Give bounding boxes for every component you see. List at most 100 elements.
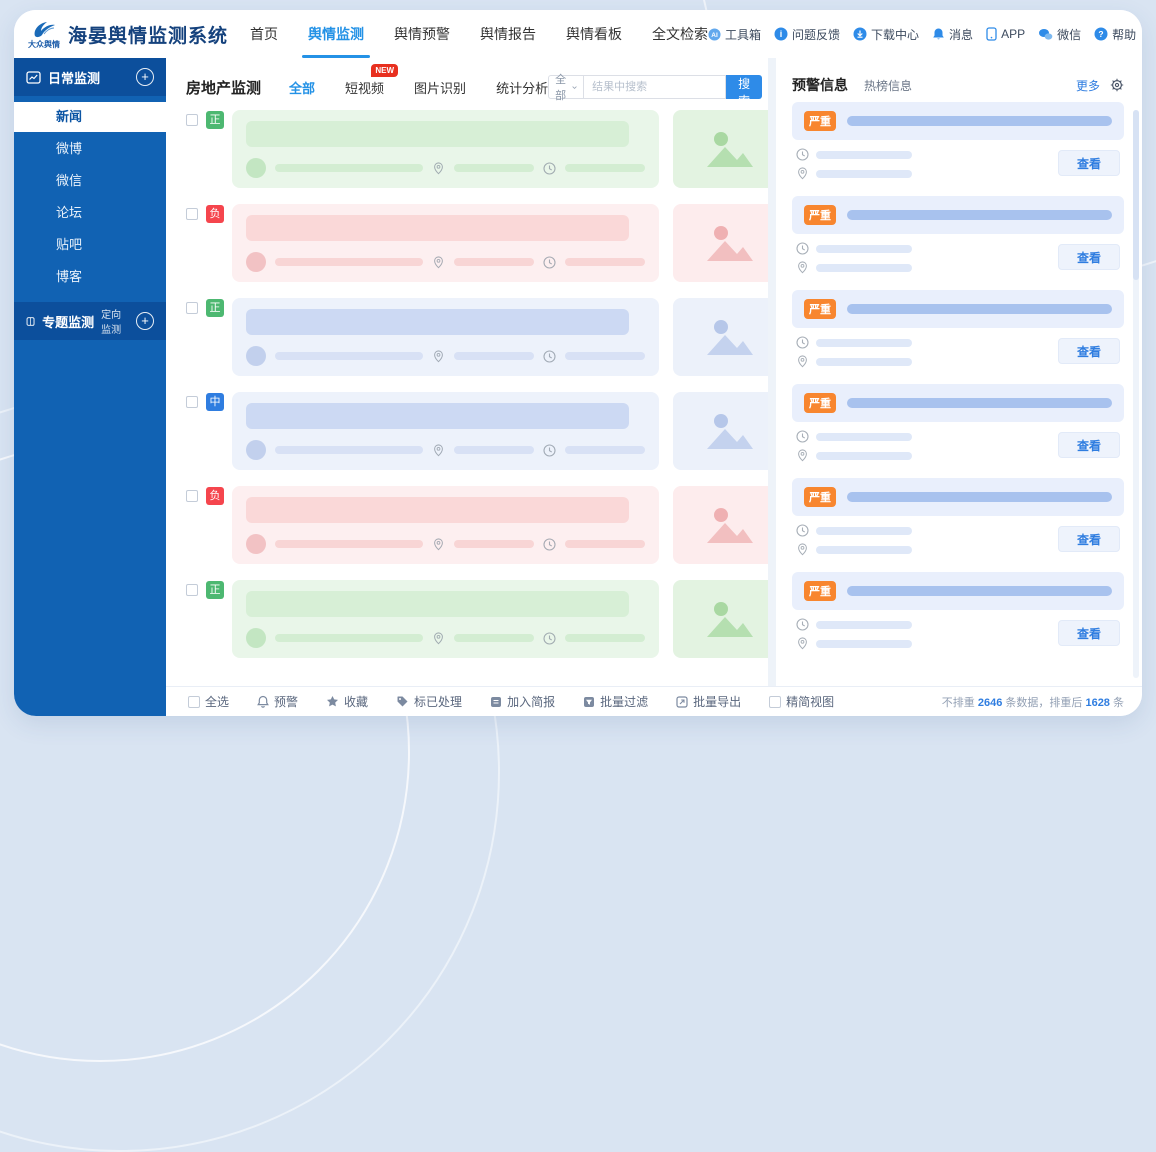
toolbox-label: 工具箱 <box>725 27 762 42</box>
select-chevron-icon <box>572 85 577 89</box>
list-item[interactable]: 正 <box>186 580 768 658</box>
feedback-button[interactable]: i 问题反馈 <box>774 26 840 43</box>
row-checkbox[interactable] <box>186 302 198 314</box>
result-card[interactable] <box>232 204 659 282</box>
severity-badge: 严重 <box>804 111 836 131</box>
add-daily-monitor-button[interactable]: + <box>136 68 154 86</box>
batch-filter-button[interactable]: 批量过滤 <box>583 693 648 710</box>
result-card[interactable] <box>232 110 659 188</box>
tab-short-video[interactable]: 短视频 NEW <box>345 63 399 97</box>
download-center-button[interactable]: 下载中心 <box>853 26 919 43</box>
list-item[interactable]: 正 <box>186 110 768 188</box>
view-button[interactable]: 查看 <box>1058 432 1120 458</box>
sentiment-tag: 正 <box>206 111 224 129</box>
result-card[interactable] <box>232 486 659 564</box>
row-checkbox[interactable] <box>186 208 198 220</box>
result-card[interactable] <box>232 298 659 376</box>
row-checkbox[interactable] <box>186 114 198 126</box>
app-button[interactable]: APP <box>986 27 1025 41</box>
warn-action-button[interactable]: 预警 <box>257 693 298 710</box>
wechat-button[interactable]: 微信 <box>1038 26 1081 43</box>
logo-swirl-icon <box>34 21 55 37</box>
sidebar-group-daily-label: 日常监测 <box>48 70 101 86</box>
mark-processed-button[interactable]: 标已处理 <box>396 693 462 710</box>
view-button[interactable]: 查看 <box>1058 244 1120 270</box>
alert-item[interactable]: 严重 查看 <box>792 478 1124 563</box>
meta-row <box>246 440 645 460</box>
sidebar-item-blog[interactable]: 博客 <box>14 262 166 292</box>
scrollbar-thumb[interactable] <box>1133 110 1139 280</box>
select-all-button[interactable]: 全选 <box>188 693 229 710</box>
list-item[interactable]: 负 <box>186 486 768 564</box>
wechat-icon <box>1039 28 1053 40</box>
sidebar-item-tieba[interactable]: 贴吧 <box>14 230 166 260</box>
location-placeholder <box>454 164 534 172</box>
row-checkbox[interactable] <box>186 490 198 502</box>
alerts-tab-warning[interactable]: 预警信息 <box>792 75 848 95</box>
tab-all[interactable]: 全部 <box>289 78 315 97</box>
alert-item[interactable]: 严重 查看 <box>792 572 1124 657</box>
sentiment-tag: 正 <box>206 581 224 599</box>
result-card[interactable] <box>232 392 659 470</box>
favorite-button[interactable]: 收藏 <box>326 693 368 710</box>
alert-location-placeholder <box>816 639 912 648</box>
row-checkbox[interactable] <box>186 584 198 596</box>
sidebar-item-weibo[interactable]: 微博 <box>14 134 166 164</box>
sentiment-tag: 中 <box>206 393 224 411</box>
view-button[interactable]: 查看 <box>1058 150 1120 176</box>
alert-time-placeholder <box>816 338 912 347</box>
alerts-scrollbar[interactable] <box>1133 110 1139 678</box>
alerts-more-link[interactable]: 更多 <box>1076 77 1100 94</box>
toolbox-button[interactable]: AI 工具箱 <box>708 26 761 43</box>
view-button[interactable]: 查看 <box>1058 338 1120 364</box>
sidebar-item-wechat[interactable]: 微信 <box>14 166 166 196</box>
search-scope-select[interactable]: 全部 <box>548 74 585 102</box>
row-checkbox[interactable] <box>186 396 198 408</box>
view-button[interactable]: 查看 <box>1058 526 1120 552</box>
tab-image-recognition[interactable]: 图片识别 <box>414 78 466 97</box>
sentiment-tag: 正 <box>206 299 224 317</box>
list-item[interactable]: 负 <box>186 204 768 282</box>
location-placeholder <box>454 634 534 642</box>
sidebar-item-forum[interactable]: 论坛 <box>14 198 166 228</box>
alert-item[interactable]: 严重 查看 <box>792 102 1124 187</box>
help-button[interactable]: ? 帮助 <box>1094 26 1136 43</box>
compact-view-checkbox[interactable] <box>769 695 782 708</box>
stats-count-before: 2646 <box>977 696 1003 709</box>
select-all-checkbox[interactable] <box>188 695 200 708</box>
nav-monitor[interactable]: 舆情监测 <box>302 10 370 58</box>
toolbox-icon: AI <box>708 27 721 41</box>
app-phone-icon <box>986 27 997 41</box>
alert-title-placeholder <box>847 210 1112 220</box>
result-card[interactable] <box>232 580 659 658</box>
alert-item[interactable]: 严重 查看 <box>792 290 1124 375</box>
alerts-tab-hotlist[interactable]: 热榜信息 <box>864 77 912 94</box>
alert-item[interactable]: 严重 查看 <box>792 384 1124 469</box>
star-icon <box>327 696 339 707</box>
nav-board[interactable]: 舆情看板 <box>566 10 622 58</box>
main-panel: 房地产监测 全部 短视频 NEW 图片识别 统计分析 全部 结果中搜索 搜索 正… <box>166 58 768 686</box>
sidebar-group-daily[interactable]: 日常监测 + <box>14 58 166 96</box>
view-button[interactable]: 查看 <box>1058 620 1120 646</box>
list-item[interactable]: 中 <box>186 392 768 470</box>
search-input[interactable] <box>584 75 727 99</box>
sidebar-item-news[interactable]: 新闻 <box>14 102 166 132</box>
alerts-settings-button[interactable] <box>1110 78 1124 92</box>
messages-button[interactable]: 消息 <box>932 26 973 43</box>
main-tabs: 全部 短视频 NEW 图片识别 统计分析 <box>289 63 548 97</box>
nav-report[interactable]: 舆情报告 <box>480 10 536 58</box>
tab-statistics[interactable]: 统计分析 <box>496 78 548 97</box>
search-button[interactable]: 搜索 <box>726 75 763 108</box>
add-topic-monitor-button[interactable]: + <box>136 312 154 330</box>
compact-view-toggle[interactable]: 精简视图 <box>769 693 834 710</box>
thumbnail <box>673 110 768 188</box>
nav-home[interactable]: 首页 <box>250 10 278 58</box>
list-item[interactable]: 正 <box>186 298 768 376</box>
nav-warning[interactable]: 舆情预警 <box>394 10 450 58</box>
batch-export-button[interactable]: 批量导出 <box>676 693 741 710</box>
nav-fulltext-search[interactable]: 全文检索 <box>652 10 708 58</box>
title-placeholder <box>246 403 630 429</box>
sidebar-group-topic[interactable]: 专题监测 定向监测 + <box>14 302 166 340</box>
alert-item[interactable]: 严重 查看 <box>792 196 1124 281</box>
add-to-briefing-button[interactable]: 加入简报 <box>490 693 555 710</box>
